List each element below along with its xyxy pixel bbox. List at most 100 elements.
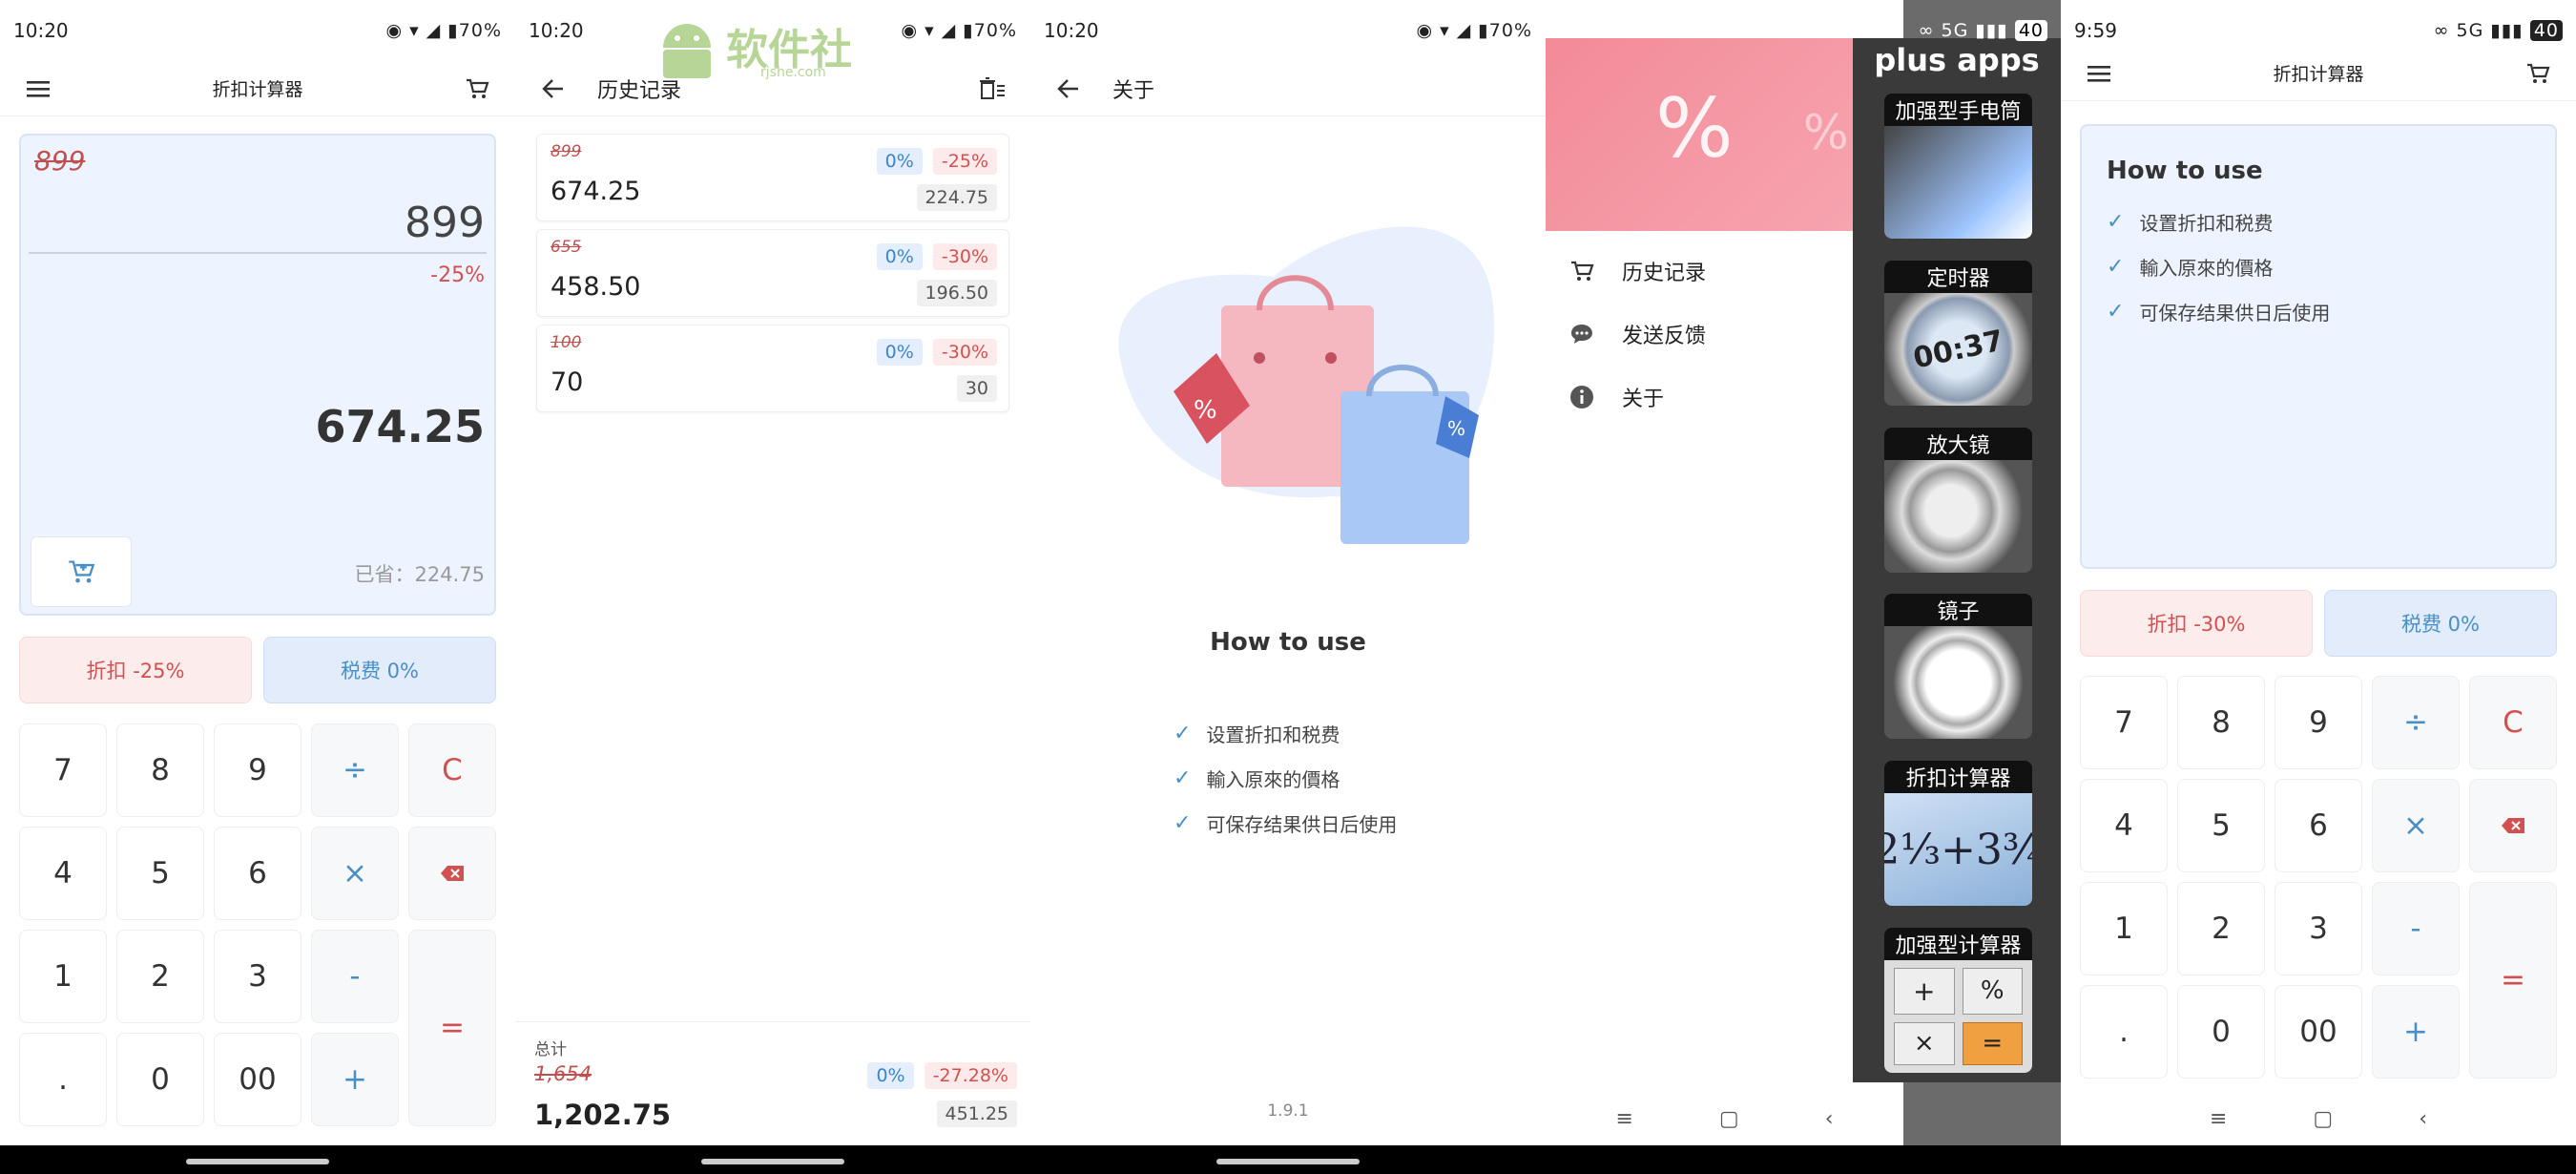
menu-icon[interactable]: [23, 73, 53, 104]
backspace-icon: [441, 866, 464, 881]
shopping-bags-illustration: % %: [1118, 226, 1495, 544]
key-minus[interactable]: -: [2372, 882, 2460, 975]
history-item[interactable]: 899 674.25 0% -25% 224.75: [536, 134, 1009, 221]
key-3[interactable]: 3: [2275, 882, 2362, 975]
key-00[interactable]: 00: [214, 1033, 301, 1126]
mirror-icon: [1884, 626, 2032, 739]
add-to-cart-button[interactable]: [31, 536, 132, 607]
key-plus[interactable]: +: [2372, 985, 2460, 1079]
key-9[interactable]: 9: [2275, 676, 2362, 769]
home-icon[interactable]: ▢: [1719, 1107, 1739, 1131]
key-clear[interactable]: C: [408, 723, 496, 817]
gesture-handle[interactable]: [1216, 1159, 1360, 1164]
tax-button[interactable]: 税费 0%: [263, 637, 496, 703]
gesture-handle[interactable]: [701, 1159, 844, 1164]
key-2[interactable]: 2: [116, 930, 204, 1023]
key-9[interactable]: 9: [214, 723, 301, 817]
key-8[interactable]: 8: [2177, 676, 2265, 769]
key-7[interactable]: 7: [19, 723, 107, 817]
page-title: 历史记录: [597, 78, 682, 103]
key-equals[interactable]: =: [2469, 882, 2557, 1079]
key-plus[interactable]: +: [311, 1033, 399, 1126]
menu-icon[interactable]: [2084, 58, 2114, 89]
check-icon: ✓: [2107, 255, 2125, 279]
key-6[interactable]: 6: [214, 827, 301, 920]
fraction-calculator-icon: 2⅓+3¾: [1884, 793, 2032, 906]
key-4[interactable]: 4: [2080, 779, 2168, 872]
home-icon[interactable]: ▢: [2313, 1107, 2333, 1131]
key-1[interactable]: 1: [19, 930, 107, 1023]
status-icons: ◉ ▾ ◢ ▮70%: [385, 20, 502, 41]
back-icon[interactable]: ‹: [2419, 1107, 2427, 1131]
key-6[interactable]: 6: [2275, 779, 2362, 872]
svg-text:%: %: [1447, 417, 1465, 440]
gesture-area: [2061, 1145, 2576, 1174]
back-icon[interactable]: ‹: [1825, 1107, 1834, 1131]
back-arrow-icon[interactable]: [538, 73, 569, 104]
key-divide[interactable]: ÷: [311, 723, 399, 817]
key-2[interactable]: 2: [2177, 882, 2265, 975]
app-tile-mirror[interactable]: 镜子: [1884, 594, 2032, 739]
about-screen: 10:20 ◉ ▾ ◢ ▮70% 关于 % % How to use ✓ 设置折扣…: [1030, 0, 1546, 1174]
discount-button[interactable]: 折扣 -30%: [2080, 590, 2313, 657]
history-tax-chip: 0%: [876, 243, 923, 270]
key-3[interactable]: 3: [214, 930, 301, 1023]
drawer-item-feedback[interactable]: 发送反馈: [1565, 319, 1706, 349]
discount-percent: -25%: [430, 263, 485, 287]
app-bar: 历史记录: [515, 61, 1030, 116]
back-arrow-icon[interactable]: [1053, 73, 1084, 104]
system-nav-bar: ≡ ▢ ‹: [2061, 1092, 2576, 1145]
key-7[interactable]: 7: [2080, 676, 2168, 769]
drawer-item-history[interactable]: 历史记录: [1565, 256, 1706, 286]
how-to-use-list: ✓ 设置折扣和税费 ✓ 輸入原來的價格 ✓ 可保存结果供日后使用: [1174, 720, 1397, 854]
how-to-step: ✓ 可保存结果供日后使用: [2107, 300, 2331, 325]
recent-apps-icon[interactable]: ≡: [2210, 1107, 2227, 1131]
app-tile-advanced-calculator[interactable]: 加强型计算器 + % × =: [1884, 928, 2032, 1073]
app-tile-flashlight[interactable]: 加强型手电筒: [1884, 94, 2032, 239]
key-equals[interactable]: =: [408, 930, 496, 1126]
key-multiply[interactable]: ×: [2372, 779, 2460, 872]
gesture-handle[interactable]: [186, 1159, 329, 1164]
how-to-step: ✓ 可保存结果供日后使用: [1174, 811, 1398, 836]
key-5[interactable]: 5: [2177, 779, 2265, 872]
discount-button[interactable]: 折扣 -25%: [19, 637, 252, 703]
magnifier-icon: [1884, 460, 2032, 573]
key-backspace[interactable]: [408, 827, 496, 920]
calculator-screen: 10:20 ◉ ▾ ◢ ▮70% 折扣计算器 899 899 -25% 674.…: [0, 0, 515, 1174]
key-dot[interactable]: .: [19, 1033, 107, 1126]
key-5[interactable]: 5: [116, 827, 204, 920]
history-total: 总计 1,654 1,202.75 0% -27.28% 451.25: [515, 1021, 1030, 1145]
key-backspace[interactable]: [2469, 779, 2557, 872]
version-label: 1.9.1: [1267, 1101, 1309, 1121]
drawer-item-about[interactable]: 关于: [1565, 382, 1664, 412]
key-8[interactable]: 8: [116, 723, 204, 817]
key-1[interactable]: 1: [2080, 882, 2168, 975]
history-item[interactable]: 100 70 0% -30% 30: [536, 325, 1009, 412]
clear-history-icon[interactable]: [977, 73, 1008, 104]
input-value[interactable]: 899: [405, 199, 485, 247]
key-00[interactable]: 00: [2275, 985, 2362, 1079]
key-multiply[interactable]: ×: [311, 827, 399, 920]
key-4[interactable]: 4: [19, 827, 107, 920]
cart-icon[interactable]: [462, 73, 492, 104]
key-0[interactable]: 0: [2177, 985, 2265, 1079]
key-dot[interactable]: .: [2080, 985, 2168, 1079]
app-tile-discount-calculator[interactable]: 折扣计算器 2⅓+3¾: [1884, 761, 2032, 906]
history-item[interactable]: 655 458.50 0% -30% 196.50: [536, 229, 1009, 317]
gesture-area: [1030, 1145, 1546, 1174]
cart-icon[interactable]: [2523, 58, 2553, 89]
key-minus[interactable]: -: [311, 930, 399, 1023]
key-0[interactable]: 0: [116, 1033, 204, 1126]
status-icons: ◉ ▾ ◢ ▮70%: [901, 20, 1017, 41]
app-tile-label: 折扣计算器: [1884, 761, 2032, 793]
key-divide[interactable]: ÷: [2372, 676, 2460, 769]
tax-button[interactable]: 税费 0%: [2324, 590, 2557, 657]
recent-apps-icon[interactable]: ≡: [1615, 1107, 1632, 1131]
total-saved-chip: 451.25: [936, 1101, 1017, 1127]
status-icons: ∞ 5G ▮▮▮ 40: [2434, 20, 2563, 41]
app-tile-magnifier[interactable]: 放大镜: [1884, 428, 2032, 573]
app-tile-timer[interactable]: 定时器 00:37: [1884, 261, 2032, 406]
check-icon: ✓: [1174, 722, 1192, 745]
calculator-icon: + % × =: [1884, 960, 2032, 1073]
key-clear[interactable]: C: [2469, 676, 2557, 769]
